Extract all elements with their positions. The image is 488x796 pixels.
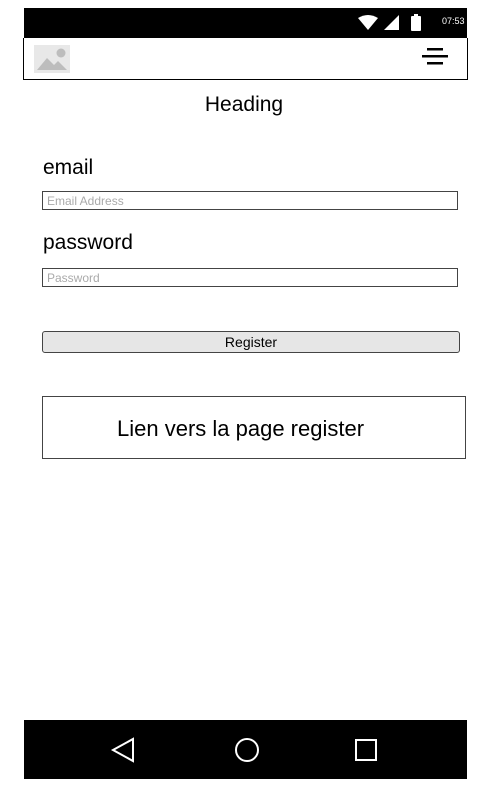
wifi-icon (358, 15, 378, 30)
email-label: email (43, 156, 94, 179)
navigation-bar (24, 720, 467, 779)
register-button[interactable]: Register (42, 331, 460, 353)
register-link-label: Lien vers la page register (117, 416, 365, 441)
back-icon[interactable] (110, 736, 136, 764)
status-bar: 07:53 (24, 8, 467, 38)
signal-icon (384, 15, 399, 30)
status-time: 07:53 (442, 16, 465, 26)
recent-apps-icon[interactable] (354, 736, 380, 764)
page-heading: Heading (204, 93, 284, 116)
password-label: password (43, 231, 133, 254)
battery-icon (411, 14, 421, 31)
home-icon[interactable] (233, 736, 261, 764)
register-page-link[interactable]: Lien vers la page register (42, 396, 466, 459)
email-field[interactable] (42, 191, 458, 210)
password-field[interactable] (42, 268, 458, 287)
app-bar (23, 38, 468, 80)
hamburger-menu-icon[interactable] (422, 46, 448, 66)
image-placeholder-icon (34, 45, 70, 73)
